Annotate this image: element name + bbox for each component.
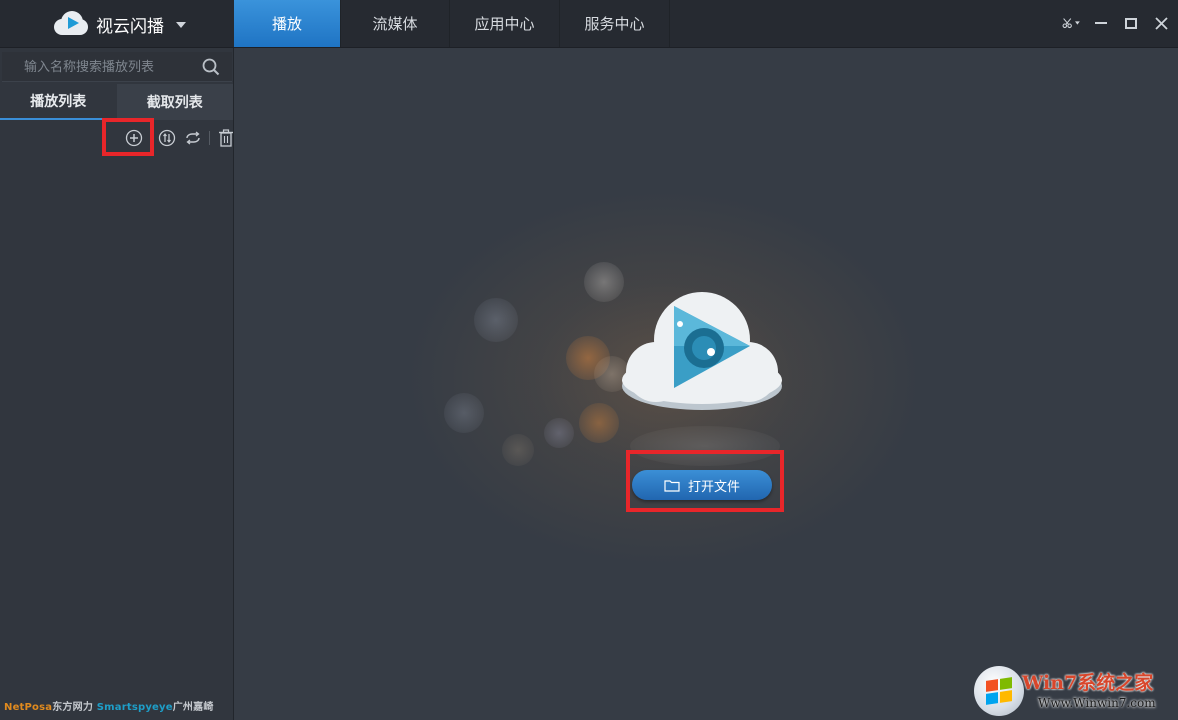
maximize-icon: [1125, 17, 1137, 29]
delete-button[interactable]: [216, 128, 236, 148]
app-brand-menu[interactable]: 视云闪播: [0, 0, 234, 48]
scissors-icon: [1062, 18, 1072, 29]
close-button[interactable]: [1152, 12, 1170, 34]
screenshot-menu-button[interactable]: [1062, 12, 1080, 34]
chevron-down-icon: [176, 22, 186, 28]
bokeh-light: [544, 418, 574, 448]
tab-service-center[interactable]: 服务中心: [560, 0, 670, 47]
delete-icon: [219, 129, 233, 147]
footer-brand-logos: NetPosa东方网力 Smartspyeye广州嘉崎: [4, 702, 214, 713]
close-icon: [1154, 16, 1168, 30]
chevron-down-icon: [1075, 21, 1080, 25]
bokeh-light: [444, 393, 484, 433]
tab-app-center[interactable]: 应用中心: [450, 0, 560, 47]
app-name: 视云闪播: [96, 16, 164, 37]
main-nav: 播放 流媒体 应用中心 服务中心: [234, 0, 670, 47]
player-area: 打开文件 Win7系统之家 Www.Winwin7.com: [234, 48, 1178, 720]
minimize-button[interactable]: [1092, 12, 1110, 34]
bokeh-light: [502, 434, 534, 466]
search-icon[interactable]: [202, 58, 220, 76]
sort-button[interactable]: [157, 128, 177, 148]
windows-logo-icon: [974, 666, 1024, 716]
search-input[interactable]: [24, 58, 194, 76]
watermark-url: Www.Winwin7.com: [1038, 696, 1156, 710]
toolbar-divider: [209, 131, 210, 145]
sort-icon: [158, 129, 176, 147]
bokeh-light: [579, 403, 619, 443]
window-controls: [1062, 12, 1170, 34]
list-tabs: 播放列表 截取列表: [0, 84, 233, 120]
loop-icon: [186, 131, 200, 145]
minimize-icon: [1095, 22, 1107, 24]
bokeh-light: [474, 298, 518, 342]
title-bar: 视云闪播 播放 流媒体 应用中心 服务中心: [0, 0, 1178, 48]
site-watermark: Win7系统之家 Www.Winwin7.com: [974, 666, 1174, 718]
playlist-search: [2, 52, 232, 82]
tab-capture-list[interactable]: 截取列表: [116, 84, 233, 120]
watermark-title: Win7系统之家: [1022, 672, 1154, 694]
tab-play[interactable]: 播放: [234, 0, 340, 47]
loop-button[interactable]: [183, 128, 203, 148]
app-logo-cloud-icon: [622, 292, 782, 410]
tab-streaming[interactable]: 流媒体: [340, 0, 450, 47]
app-logo-icon: [54, 11, 88, 37]
tab-playlist[interactable]: 播放列表: [0, 84, 117, 120]
maximize-button[interactable]: [1122, 12, 1140, 34]
highlight-box-add: [102, 118, 154, 156]
highlight-box-open-file: [626, 450, 784, 512]
